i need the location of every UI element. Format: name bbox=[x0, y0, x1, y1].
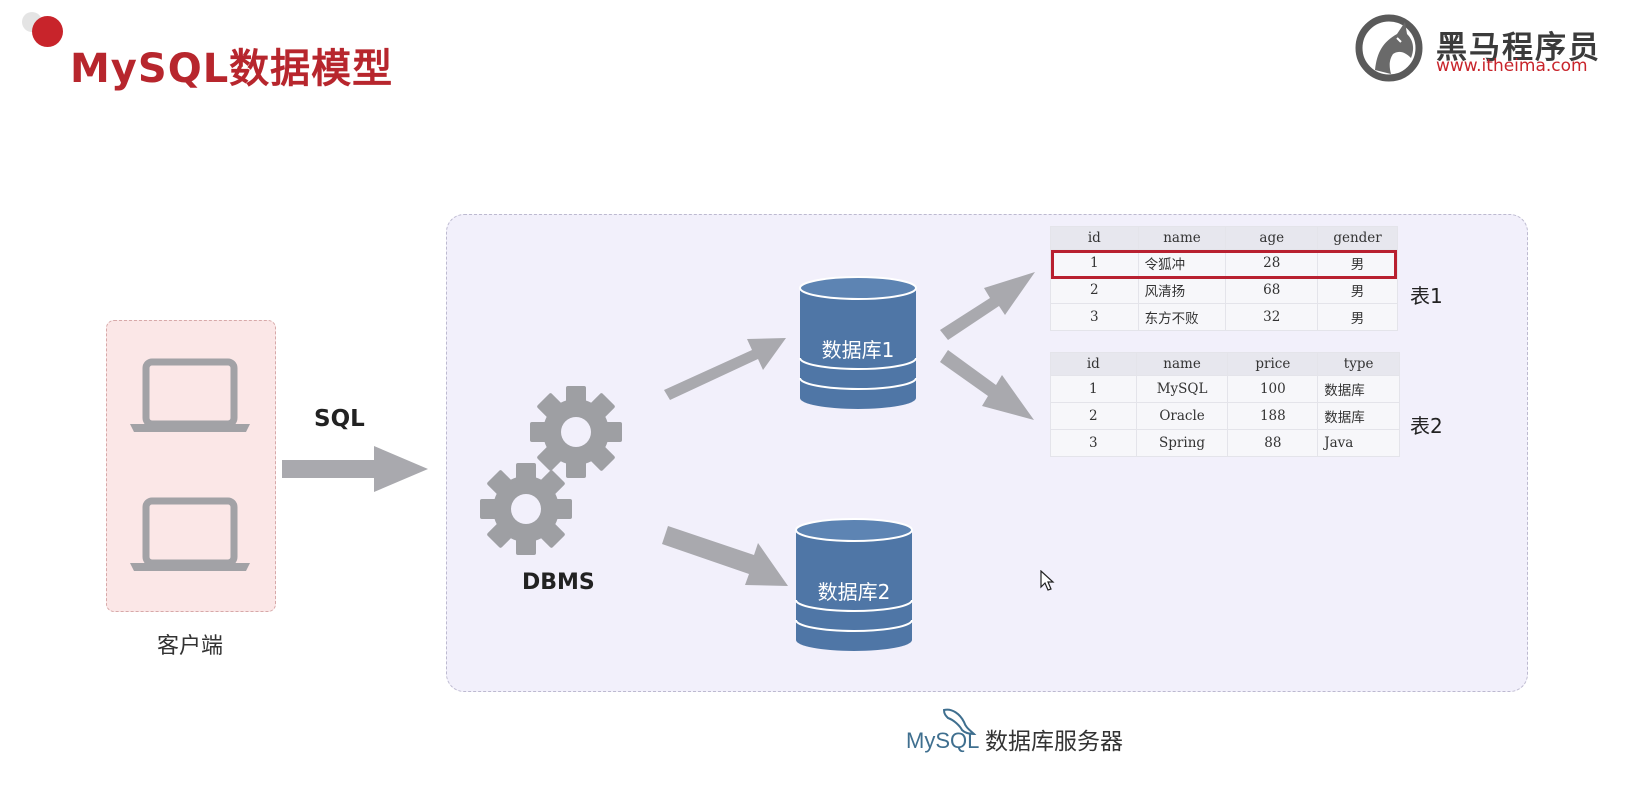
cell: 100 bbox=[1227, 375, 1319, 403]
column-header: id bbox=[1050, 352, 1137, 376]
mouse-cursor-icon bbox=[1040, 570, 1055, 591]
cell: Java bbox=[1317, 429, 1400, 457]
cell: 32 bbox=[1225, 303, 1319, 331]
page-title: MySQL数据模型 bbox=[70, 46, 394, 92]
gears-icon bbox=[480, 386, 622, 555]
table-row: 2 风清扬 68 男 bbox=[1050, 276, 1398, 304]
cell: 风清扬 bbox=[1137, 276, 1227, 304]
client-label: 客户端 bbox=[156, 634, 223, 659]
database-2-label: 数据库2 bbox=[817, 580, 891, 604]
column-header: name bbox=[1137, 226, 1227, 250]
cell: 88 bbox=[1227, 429, 1319, 457]
table-header-row: id name price type bbox=[1050, 352, 1400, 376]
mysql-logo-icon: MySQL bbox=[906, 708, 979, 753]
database-1-cylinder: 数据库1 bbox=[798, 276, 918, 411]
cell: MySQL bbox=[1135, 375, 1229, 403]
title-decoration-dot-red bbox=[32, 16, 63, 47]
cell: 男 bbox=[1317, 276, 1398, 304]
cell: 3 bbox=[1050, 303, 1139, 331]
cell: 男 bbox=[1317, 303, 1398, 331]
column-header: gender bbox=[1317, 226, 1398, 250]
column-header: age bbox=[1225, 226, 1319, 250]
column-header: name bbox=[1135, 352, 1229, 376]
cell: Spring bbox=[1135, 429, 1229, 457]
database-1-label: 数据库1 bbox=[821, 338, 895, 362]
table-2-label: 表2 bbox=[1410, 414, 1443, 438]
cell: 1 bbox=[1050, 375, 1137, 403]
dbms-label: DBMS bbox=[522, 570, 595, 595]
sql-label: SQL bbox=[314, 406, 365, 432]
database-2-cylinder: 数据库2 bbox=[794, 518, 914, 653]
brand-url: www.itheima.com bbox=[1436, 56, 1588, 76]
column-header: id bbox=[1050, 226, 1139, 250]
cell: 188 bbox=[1227, 402, 1319, 430]
table-row: 1 MySQL 100 数据库 bbox=[1050, 375, 1400, 403]
cell: 数据库 bbox=[1317, 375, 1400, 403]
cell: 3 bbox=[1050, 429, 1137, 457]
cell: Oracle bbox=[1135, 402, 1229, 430]
cell: 68 bbox=[1225, 276, 1319, 304]
column-header: type bbox=[1317, 352, 1400, 376]
cell: 2 bbox=[1050, 276, 1139, 304]
laptop-icon bbox=[130, 497, 250, 571]
cell: 数据库 bbox=[1317, 402, 1400, 430]
table-1-label: 表1 bbox=[1410, 284, 1443, 308]
table-row: 2 Oracle 188 数据库 bbox=[1050, 402, 1400, 430]
itheima-logo-icon bbox=[1355, 14, 1423, 82]
mysql-logo-text: MySQL bbox=[906, 728, 979, 753]
table-header-row: id name age gender bbox=[1050, 226, 1398, 250]
table-row: 3 Spring 88 Java bbox=[1050, 429, 1400, 457]
laptop-icon bbox=[130, 358, 250, 432]
database-server-label: 数据库服务器 bbox=[985, 729, 1123, 755]
column-header: price bbox=[1227, 352, 1319, 376]
cell: 2 bbox=[1050, 402, 1137, 430]
table-2: id name price type 1 MySQL 100 数据库 2 Ora… bbox=[1050, 352, 1400, 457]
row-highlight-box bbox=[1051, 250, 1397, 279]
sql-arrow bbox=[282, 446, 428, 492]
cell: 东方不败 bbox=[1137, 303, 1227, 331]
table-row: 3 东方不败 32 男 bbox=[1050, 303, 1398, 331]
